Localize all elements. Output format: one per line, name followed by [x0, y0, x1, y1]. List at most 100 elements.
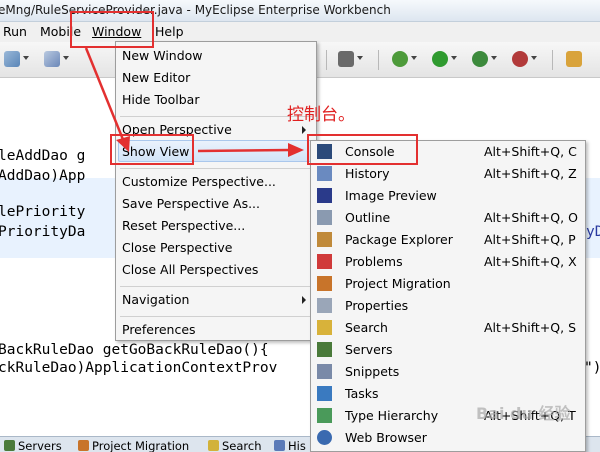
open-folder-icon[interactable] [566, 51, 582, 67]
type-hierarchy-icon [317, 408, 332, 423]
new-wizard-icon[interactable] [4, 51, 20, 67]
tab-label: Search [222, 438, 262, 452]
menu-item-close-perspective[interactable]: Close Perspective [122, 240, 232, 255]
view-item-label: Servers [345, 342, 393, 357]
view-item-label: Problems [345, 254, 403, 269]
annotation-box-show-view [110, 134, 194, 165]
view-item-image-preview[interactable]: Image Preview [311, 185, 585, 207]
chevron-down-icon[interactable] [63, 56, 69, 60]
menu-help[interactable]: Help [155, 24, 184, 39]
view-item-web-browser[interactable]: Web Browser [311, 427, 585, 449]
annotation-box-window-menu [70, 11, 154, 48]
menu-separator [120, 168, 312, 169]
submenu-arrow-icon [302, 126, 306, 134]
code-line: lePriority [0, 204, 86, 220]
view-item-shortcut: Alt+Shift+Q, C [484, 144, 577, 159]
search-icon [208, 440, 219, 451]
image-preview-icon [317, 188, 332, 203]
toolbar-separator [552, 50, 553, 70]
servers-icon [4, 440, 15, 451]
camera-icon[interactable] [338, 51, 354, 67]
search-icon [317, 320, 332, 335]
menu-separator [120, 116, 312, 117]
view-item-outline[interactable]: Outline Alt+Shift+Q, O [311, 207, 585, 229]
view-item-shortcut: Alt+Shift+Q, S [484, 320, 577, 335]
view-item-problems[interactable]: Problems Alt+Shift+Q, X [311, 251, 585, 273]
toolbar-separator [378, 50, 379, 70]
menu-item-save-perspective[interactable]: Save Perspective As... [122, 196, 260, 211]
view-item-shortcut: Alt+Shift+Q, P [484, 232, 576, 247]
toolbar-separator [326, 50, 327, 70]
code-fragment: ") [584, 360, 600, 376]
view-item-label: Type Hierarchy [345, 408, 439, 423]
view-item-package-explorer[interactable]: Package Explorer Alt+Shift+Q, P [311, 229, 585, 251]
chevron-down-icon[interactable] [411, 56, 417, 60]
outline-icon [317, 210, 332, 225]
open-type-icon[interactable] [44, 51, 60, 67]
window-title: eMng/RuleServiceProvider.java - MyEclips… [0, 3, 391, 17]
menu-item-new-editor[interactable]: New Editor [122, 70, 190, 85]
view-item-snippets[interactable]: Snippets [311, 361, 585, 383]
tab-servers[interactable]: Servers [4, 438, 62, 452]
submenu-arrow-icon [302, 296, 306, 304]
menu-item-new-window[interactable]: New Window [122, 48, 203, 63]
debug-icon[interactable] [392, 51, 408, 67]
project-migration-icon [317, 276, 332, 291]
chevron-down-icon[interactable] [451, 56, 457, 60]
menu-run[interactable]: Run [3, 24, 27, 39]
view-item-project-migration[interactable]: Project Migration [311, 273, 585, 295]
code-line: leAddDao g [0, 148, 86, 164]
view-item-search[interactable]: Search Alt+Shift+Q, S [311, 317, 585, 339]
servers-icon [317, 342, 332, 357]
view-item-shortcut: Alt+Shift+Q, Z [484, 166, 577, 181]
view-item-label: Project Migration [345, 276, 451, 291]
view-item-label: Search [345, 320, 388, 335]
tab-search[interactable]: Search [208, 438, 262, 452]
tab-label: Project Migration [92, 438, 190, 452]
run-icon[interactable] [432, 51, 448, 67]
menu-item-hide-toolbar[interactable]: Hide Toolbar [122, 92, 199, 107]
window-menu: New Window New Editor Hide Toolbar Open … [115, 41, 317, 341]
view-item-label: Image Preview [345, 188, 437, 203]
menu-separator [120, 316, 312, 317]
snippets-icon [317, 364, 332, 379]
menu-item-navigation[interactable]: Navigation [122, 292, 189, 307]
menu-item-reset-perspective[interactable]: Reset Perspective... [122, 218, 245, 233]
chevron-down-icon[interactable] [531, 56, 537, 60]
view-item-label: Tasks [345, 386, 379, 401]
code-line: ckRuleDao)ApplicationContextProv [0, 360, 278, 376]
view-item-label: Properties [345, 298, 409, 313]
code-line: PriorityDa [0, 224, 86, 240]
menu-item-preferences[interactable]: Preferences [122, 322, 196, 337]
chevron-down-icon[interactable] [357, 56, 363, 60]
view-item-shortcut: Alt+Shift+Q, O [484, 210, 578, 225]
chevron-down-icon[interactable] [491, 56, 497, 60]
history-icon [274, 440, 285, 451]
project-migration-icon [78, 440, 89, 451]
history-icon [317, 166, 332, 181]
view-item-properties[interactable]: Properties [311, 295, 585, 317]
view-item-label: Package Explorer [345, 232, 453, 247]
view-item-servers[interactable]: Servers [311, 339, 585, 361]
tab-label: Servers [18, 438, 62, 452]
view-item-history[interactable]: History Alt+Shift+Q, Z [311, 163, 585, 185]
view-item-label: Outline [345, 210, 391, 225]
problems-icon [317, 254, 332, 269]
run-last-tool-icon[interactable] [472, 51, 488, 67]
external-tools-icon[interactable] [512, 51, 528, 67]
annotation-box-console [307, 134, 418, 165]
annotation-label: 控制台。 [287, 105, 355, 125]
menu-item-customize-perspective[interactable]: Customize Perspective... [122, 174, 276, 189]
code-line: AddDao)App [0, 168, 86, 184]
chevron-down-icon[interactable] [23, 56, 29, 60]
tab-history[interactable]: His [274, 438, 306, 452]
tab-project-migration[interactable]: Project Migration [78, 438, 189, 452]
view-item-shortcut: Alt+Shift+Q, X [484, 254, 577, 269]
menu-separator [120, 286, 312, 287]
properties-icon [317, 298, 332, 313]
code-fragment: yD [586, 224, 600, 240]
tasks-icon [317, 386, 332, 401]
code-line: BackRuleDao getGoBackRuleDao(){ [0, 342, 269, 358]
menu-item-close-all-perspectives[interactable]: Close All Perspectives [122, 262, 258, 277]
view-item-label: Snippets [345, 364, 400, 379]
